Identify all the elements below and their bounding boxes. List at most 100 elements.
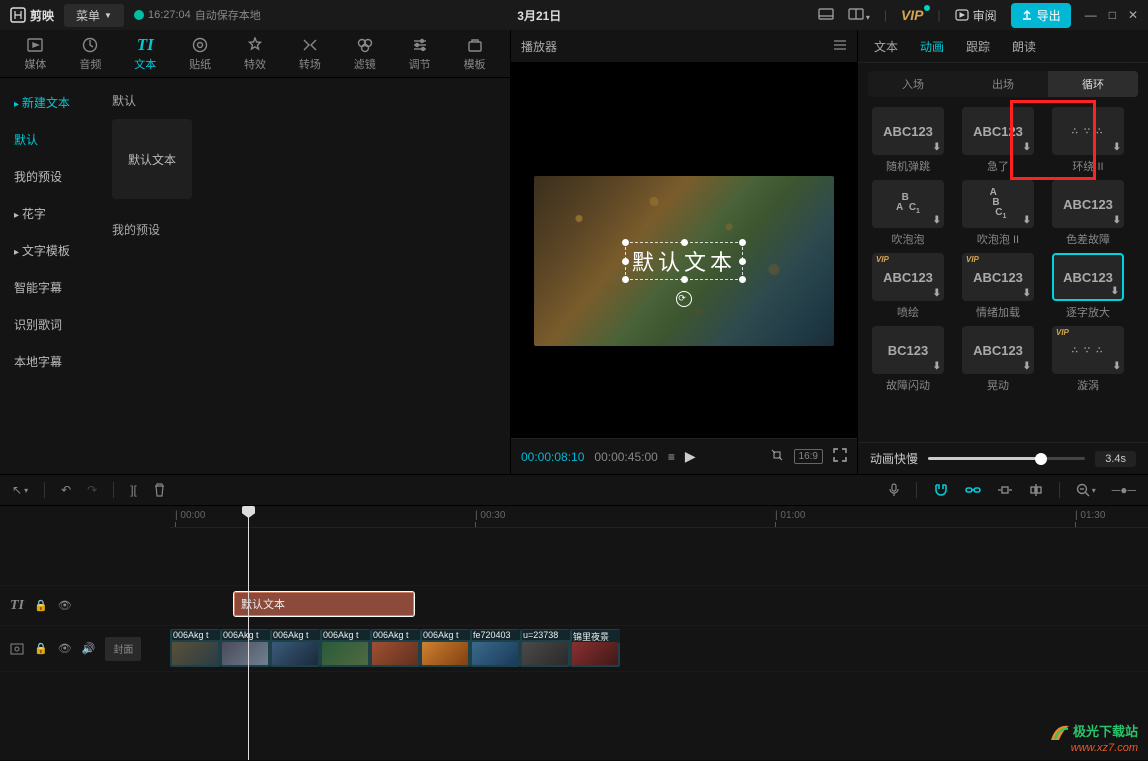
sub-tab-2[interactable]: 循环 <box>1048 71 1138 97</box>
sidebar-item-5[interactable]: 智能字幕 <box>0 269 98 306</box>
asset-tab-4[interactable]: 特效 <box>228 36 283 72</box>
asset-tabs: 媒体音频TI文本贴纸特效转场滤镜调节模板 <box>0 30 510 78</box>
asset-tab-2[interactable]: TI文本 <box>118 36 173 72</box>
titlebar: 剪映 菜单▼ 16:27:04 自动保存本地 3月21日 ▾ | VIP | 审… <box>0 0 1148 30</box>
asset-tab-8[interactable]: 模板 <box>447 36 502 72</box>
text-content: 默认 默认文本 我的预设 <box>98 78 510 474</box>
maximize-button[interactable]: □ <box>1109 8 1116 22</box>
anim-item-11[interactable]: VIP∴ ∵ ∴⬇漩涡 <box>1048 326 1128 393</box>
layout-icon-2[interactable]: ▾ <box>848 8 870 23</box>
mic-icon[interactable] <box>888 483 900 497</box>
video-clip-5[interactable]: 006Akg t <box>420 629 470 667</box>
menu-button[interactable]: 菜单▼ <box>64 4 124 27</box>
asset-tab-6[interactable]: 滤镜 <box>337 36 392 72</box>
right-tabs: 文本 动画 跟踪 朗读 <box>858 30 1148 63</box>
time-total: 00:00:45:00 <box>594 450 657 464</box>
aspect-ratio[interactable]: 16:9 <box>794 449 823 464</box>
player-menu-icon[interactable] <box>833 39 847 54</box>
anim-item-3[interactable]: BA C1⬇吹泡泡 <box>868 180 948 247</box>
video-clip-8[interactable]: 锦里夜景 <box>570 629 620 667</box>
video-clip-4[interactable]: 006Akg t <box>370 629 420 667</box>
sidebar-item-1[interactable]: 默认 <box>0 121 98 158</box>
sub-tab-0[interactable]: 入场 <box>868 71 958 97</box>
asset-tab-5[interactable]: 转场 <box>282 36 337 72</box>
left-panel: 媒体音频TI文本贴纸特效转场滤镜调节模板 新建文本默认我的预设花字文字模板智能字… <box>0 30 511 474</box>
video-clip-3[interactable]: 006Akg t <box>320 629 370 667</box>
video-track: 🔒 👁 🔊 封面 006Akg t006Akg t006Akg t006Akg … <box>0 626 1148 672</box>
lock-icon[interactable]: 🔒 <box>34 642 48 655</box>
text-overlay[interactable]: 默认文本 ⟳ <box>625 242 743 280</box>
crop-icon[interactable] <box>770 448 784 465</box>
asset-tab-0[interactable]: 媒体 <box>8 36 63 72</box>
anim-item-0[interactable]: ABC123⬇随机弹跳 <box>868 107 948 174</box>
cursor-tool-icon[interactable]: ↖▾ <box>12 483 28 497</box>
anim-item-10[interactable]: ABC123⬇晃动 <box>958 326 1038 393</box>
review-button[interactable]: 审阅 <box>955 7 997 24</box>
anim-item-1[interactable]: ABC123⬇急了 <box>958 107 1038 174</box>
anim-item-6[interactable]: VIPABC123⬇喷绘 <box>868 253 948 320</box>
speed-slider[interactable] <box>928 457 1085 460</box>
anim-item-4[interactable]: A B C1⬇吹泡泡 II <box>958 180 1038 247</box>
rotate-handle-icon[interactable]: ⟳ <box>676 291 692 307</box>
timeline: | 00:00| 00:30| 01:00| 01:30 TI 🔒 👁 默认文本… <box>0 506 1148 760</box>
anim-item-5[interactable]: ABC123⬇色差故障 <box>1048 180 1128 247</box>
play-button[interactable]: ▶ <box>685 448 696 465</box>
speed-value[interactable]: 3.4s <box>1095 451 1136 467</box>
preview-track-icon[interactable] <box>997 484 1013 496</box>
video-clip-0[interactable]: 006Akg t <box>170 629 220 667</box>
magnet-icon[interactable] <box>933 483 949 497</box>
video-clip-2[interactable]: 006Akg t <box>270 629 320 667</box>
delete-icon[interactable] <box>153 483 166 497</box>
align-icon[interactable] <box>1029 483 1043 497</box>
right-panel: 文本 动画 跟踪 朗读 入场出场循环 ABC123⬇随机弹跳ABC123⬇急了∴ ∵ … <box>858 30 1148 474</box>
save-dot-icon <box>134 10 144 20</box>
sidebar-item-6[interactable]: 识别歌词 <box>0 306 98 343</box>
anim-item-7[interactable]: VIPABC123⬇情绪加载 <box>958 253 1038 320</box>
anim-item-9[interactable]: BC123⬇故障闪动 <box>868 326 948 393</box>
right-tab-1[interactable]: 动画 <box>920 38 944 55</box>
right-tab-2[interactable]: 跟踪 <box>966 38 990 55</box>
sidebar-item-7[interactable]: 本地字幕 <box>0 343 98 380</box>
asset-tab-3[interactable]: 贴纸 <box>173 36 228 72</box>
video-clip-6[interactable]: fe720403 <box>470 629 520 667</box>
split-icon[interactable]: ]​[ <box>130 483 137 497</box>
video-clip-1[interactable]: 006Akg t <box>220 629 270 667</box>
fullscreen-icon[interactable] <box>833 448 847 465</box>
sidebar-item-2[interactable]: 我的预设 <box>0 158 98 195</box>
default-text-card[interactable]: 默认文本 <box>112 119 192 199</box>
close-button[interactable]: ✕ <box>1128 8 1138 22</box>
list-icon[interactable]: ≡ <box>668 450 675 464</box>
eye-icon[interactable]: 👁 <box>58 599 72 612</box>
app-logo: 剪映 <box>10 7 54 24</box>
animation-grid: ABC123⬇随机弹跳ABC123⬇急了∴ ∵ ∴⬇环绕 II BA C1⬇吹泡… <box>858 103 1148 442</box>
autosave-status: 16:27:04 自动保存本地 <box>134 7 261 23</box>
anim-item-2[interactable]: ∴ ∵ ∴⬇环绕 II <box>1048 107 1128 174</box>
timeline-ruler[interactable]: | 00:00| 00:30| 01:00| 01:30 <box>170 506 1148 528</box>
sub-tab-1[interactable]: 出场 <box>958 71 1048 97</box>
undo-icon[interactable]: ↶ <box>61 483 71 497</box>
redo-icon[interactable]: ↷ <box>87 483 97 497</box>
zoom-slider-icon[interactable]: ─●─ <box>1112 483 1136 497</box>
sidebar-item-0[interactable]: 新建文本 <box>0 84 98 121</box>
zoom-out-icon[interactable]: ▾ <box>1076 483 1096 497</box>
video-preview[interactable]: 默认文本 ⟳ <box>534 176 834 346</box>
vip-badge[interactable]: VIP <box>901 7 924 23</box>
right-tab-3[interactable]: 朗读 <box>1012 38 1036 55</box>
cover-button[interactable]: 封面 <box>105 637 141 661</box>
eye-icon[interactable]: 👁 <box>58 642 72 655</box>
mute-icon[interactable]: 🔊 <box>82 642 96 655</box>
text-clip[interactable]: 默认文本 <box>234 592 414 616</box>
lock-icon[interactable]: 🔒 <box>34 599 48 612</box>
export-button[interactable]: 导出 <box>1011 3 1071 28</box>
asset-tab-7[interactable]: 调节 <box>392 36 447 72</box>
playhead[interactable] <box>248 506 249 760</box>
minimize-button[interactable]: — <box>1085 8 1097 22</box>
right-tab-0[interactable]: 文本 <box>874 38 898 55</box>
sidebar-item-3[interactable]: 花字 <box>0 195 98 232</box>
asset-tab-1[interactable]: 音频 <box>63 36 118 72</box>
link-icon[interactable] <box>965 484 981 496</box>
video-clip-7[interactable]: u=23738 <box>520 629 570 667</box>
sidebar-item-4[interactable]: 文字模板 <box>0 232 98 269</box>
layout-icon-1[interactable] <box>818 8 834 23</box>
anim-item-8[interactable]: ABC123⬇逐字放大 <box>1048 253 1128 320</box>
